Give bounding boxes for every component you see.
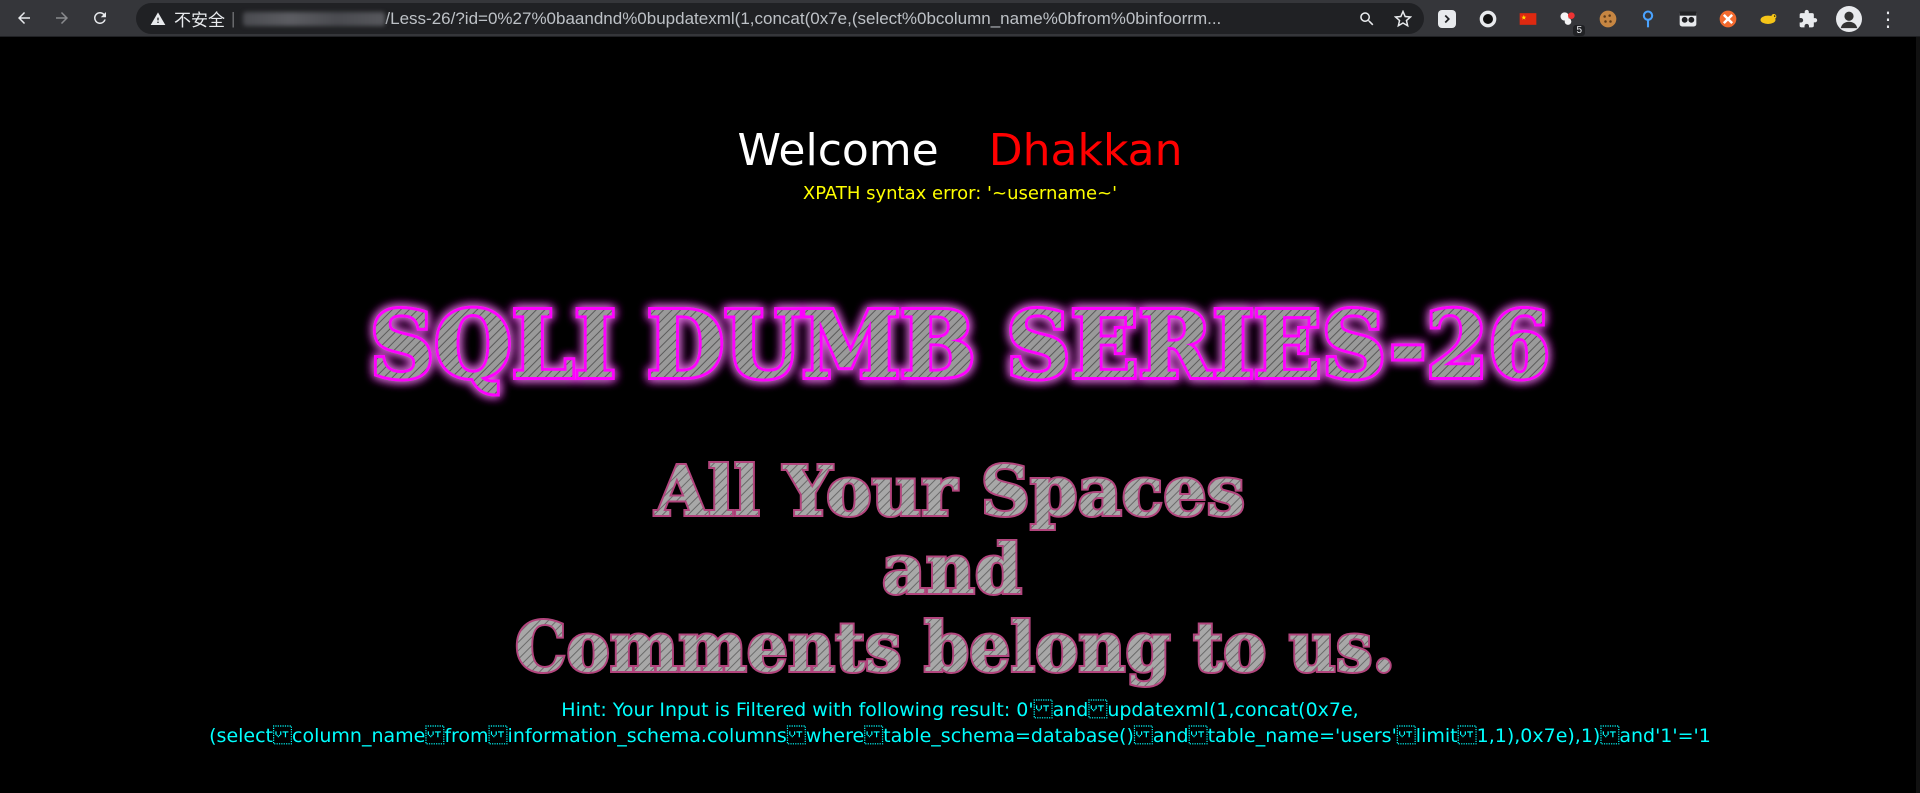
slogan-line-3: Comments belong to us. (515, 608, 1395, 688)
blurred-host (243, 11, 386, 26)
vertical-scrollbar[interactable] (1916, 37, 1920, 793)
cookie-badge-icon[interactable]: 5 (1556, 7, 1585, 36)
browser-toolbar: 不安全 | /Less-26/?id=0%27%0baandnd%0bupdat… (0, 0, 1920, 37)
forward-button[interactable] (48, 4, 76, 32)
cookie-icon[interactable] (1596, 7, 1620, 31)
back-button[interactable] (10, 4, 38, 32)
forward-arrow-icon (56, 12, 68, 24)
url-path[interactable]: /Less-26/?id=0%27%0baandnd%0bupdatexml(1… (385, 9, 1332, 29)
filter-hint: Hint: Your Input is Filtered with follow… (0, 697, 1920, 749)
reload-button[interactable] (86, 4, 114, 32)
page-body: Welcome Dhakkan XPATH syntax error: '~use… (0, 37, 1920, 793)
zoom-button[interactable] (1356, 8, 1378, 30)
magnifier-icon (1360, 11, 1374, 25)
slogan-line-2: and (882, 530, 1022, 610)
puzzle-icon[interactable] (1796, 7, 1820, 31)
star-icon (1394, 9, 1412, 27)
circle-ext-icon[interactable] (1476, 7, 1500, 31)
bookmark-button[interactable] (1392, 8, 1414, 30)
china-flag-icon[interactable] (1516, 7, 1540, 31)
chevron-ext-icon[interactable] (1438, 10, 1456, 28)
pin-icon[interactable] (1636, 7, 1660, 31)
address-bar[interactable]: 不安全 | /Less-26/?id=0%27%0baandnd%0bupdat… (136, 3, 1424, 34)
browser-menu-button[interactable]: ⋮ (1878, 7, 1898, 31)
dog-icon[interactable] (1756, 7, 1780, 31)
welcome-text: Welcome (737, 125, 939, 176)
xpath-error-message: XPATH syntax error: '~username~' (802, 183, 1118, 204)
sqli-series-banner: SQLI DUMB SERIES-26 (367, 288, 1553, 402)
banner-title: SQLI DUMB SERIES-26 (370, 291, 1550, 399)
orange-ext-icon[interactable] (1716, 7, 1740, 31)
extensions-bar: 5 ⋮ (1438, 5, 1898, 36)
back-arrow-icon (18, 12, 30, 24)
reload-icon (93, 11, 106, 24)
username-text: Dhakkan (988, 125, 1183, 176)
welcome-line: Welcome Dhakkan (0, 125, 1920, 177)
spaces-slogan-image: All Your Spaces and Comments belong to u… (513, 450, 1397, 690)
extension-badge: 5 (1573, 25, 1585, 36)
warning-icon (150, 11, 166, 25)
hint-line-1: Hint: Your Input is Filtered with follow… (561, 699, 1359, 721)
slogan-line-1: All Your Spaces (654, 452, 1245, 532)
glasses-icon[interactable] (1676, 7, 1700, 31)
security-label[interactable]: 不安全 (174, 6, 225, 31)
hint-line-2: (select column_name from information_sch… (209, 725, 1711, 747)
address-separator: | (231, 8, 236, 28)
profile-avatar[interactable] (1836, 6, 1862, 32)
